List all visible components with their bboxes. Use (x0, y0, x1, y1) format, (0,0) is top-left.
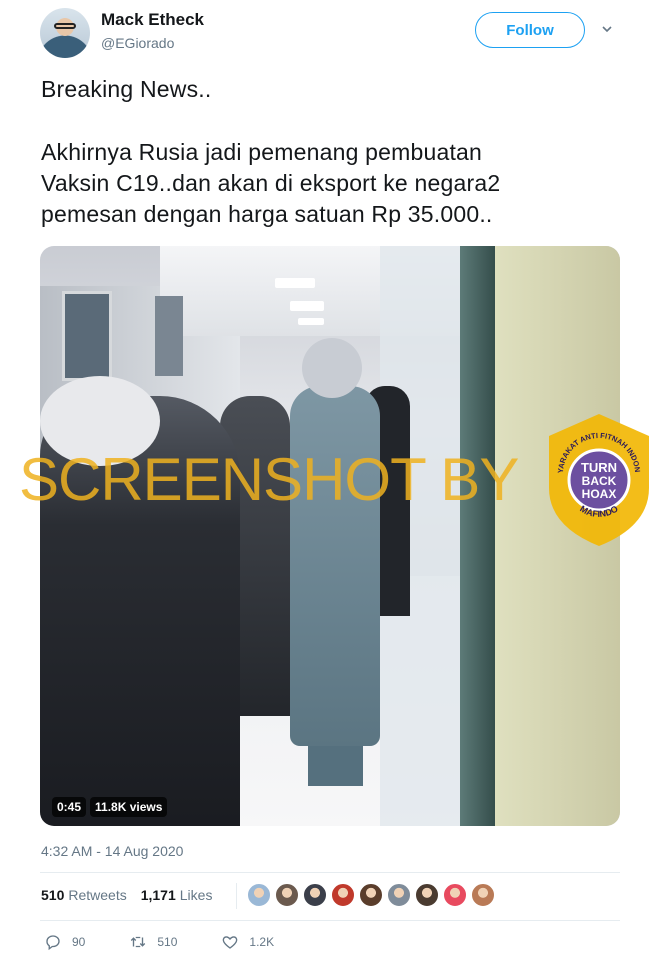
likes-count: 1,171 (140, 887, 176, 903)
liker-avatar[interactable] (247, 883, 271, 907)
likes-label: Likes (179, 887, 213, 903)
divider (40, 920, 620, 921)
liker-avatar[interactable] (387, 883, 411, 907)
door-frame (460, 246, 500, 826)
retweets-stat[interactable]: 510 Retweets (41, 887, 127, 903)
liker-avatar[interactable] (303, 883, 327, 907)
retweets-label: Retweets (68, 887, 127, 903)
video-player[interactable] (40, 246, 620, 826)
retweet-button[interactable]: 510 (129, 933, 177, 951)
tweet-header: Mack Etheck @EGiorado Follow (0, 0, 660, 70)
reply-count: 90 (72, 935, 86, 949)
tweet-text-line: Akhirnya Rusia jadi pemenang pembuatan (41, 139, 483, 165)
liker-avatar[interactable] (415, 883, 439, 907)
liker-avatar[interactable] (275, 883, 299, 907)
author-handle[interactable]: @EGiorado (101, 35, 174, 51)
tweet-stats: 510 Retweets 1,171 Likes (41, 887, 212, 903)
tweet-timestamp[interactable]: 4:32 AM - 14 Aug 2020 (41, 843, 183, 859)
tweet-text-line: Breaking News.. (41, 76, 212, 102)
tweet-text-line: pemesan dengan harga satuan Rp 35.000.. (41, 201, 493, 227)
video-views: 11.8K views (90, 797, 168, 817)
badge-line: TURN (581, 460, 617, 475)
video-duration: 0:45 (52, 797, 87, 817)
ceiling-light (290, 301, 324, 311)
ceiling-light (275, 278, 315, 288)
person-head (302, 338, 362, 398)
reply-icon (46, 935, 60, 951)
liker-avatar[interactable] (331, 883, 355, 907)
tweet-text-line: Vaksin C19..dan akan di eksport ke negar… (41, 170, 501, 196)
reply-button[interactable]: 90 (44, 933, 85, 951)
author-name[interactable]: Mack Etheck (101, 10, 204, 30)
like-count: 1.2K (249, 935, 275, 949)
video-info: 0:45 11.8K views (52, 797, 168, 819)
divider (40, 872, 620, 873)
watermark-text: SCREENSHOT BY (19, 446, 519, 513)
liker-avatar[interactable] (359, 883, 383, 907)
badge-line: BACK (582, 474, 617, 488)
tweet-actions: 90 510 1.2K (44, 933, 318, 951)
turnbackhoax-badge-icon: MASYARAKAT ANTI FITNAH INDONESIA MAFINDO… (545, 412, 649, 546)
liker-avatar[interactable] (471, 883, 495, 907)
ceiling-light (298, 318, 324, 325)
corridor-door (62, 291, 112, 381)
like-button[interactable]: 1.2K (221, 933, 274, 951)
corridor-door (155, 296, 183, 376)
retweets-count: 510 (41, 887, 65, 903)
follow-button[interactable]: Follow (475, 12, 585, 48)
badge-line: HOAX (582, 487, 617, 501)
chevron-down-icon[interactable] (602, 24, 612, 34)
glasses-detail (54, 23, 76, 29)
retweet-icon (131, 936, 146, 948)
avatar[interactable] (40, 8, 90, 58)
liker-avatars (236, 883, 495, 909)
person-figure (290, 386, 380, 746)
heart-icon (223, 936, 238, 949)
likes-stat[interactable]: 1,171 Likes (141, 887, 213, 903)
liker-avatar[interactable] (443, 883, 467, 907)
retweet-count: 510 (157, 935, 178, 949)
